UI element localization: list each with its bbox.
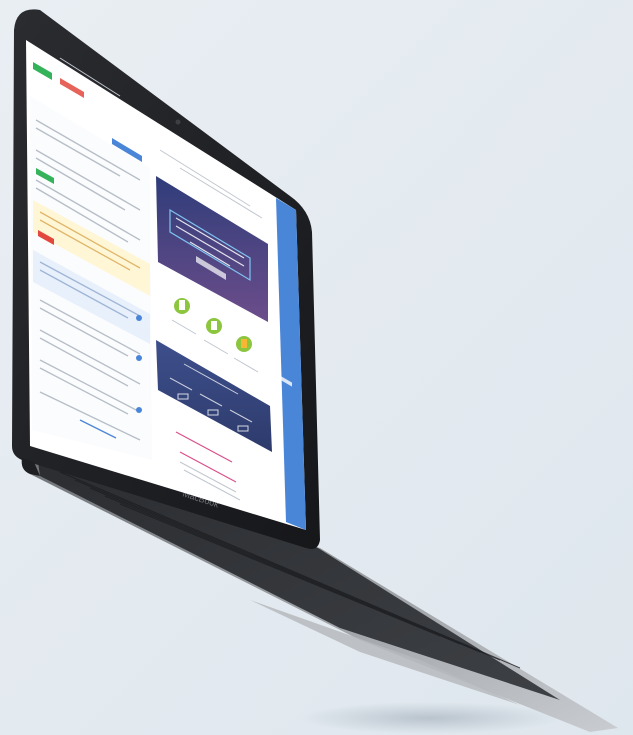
webcam-icon — [175, 119, 181, 125]
laptop-illustration: MacBook — [12, 9, 618, 734]
product-photo: MacBook — [0, 0, 633, 735]
floor-shadow — [300, 702, 560, 734]
